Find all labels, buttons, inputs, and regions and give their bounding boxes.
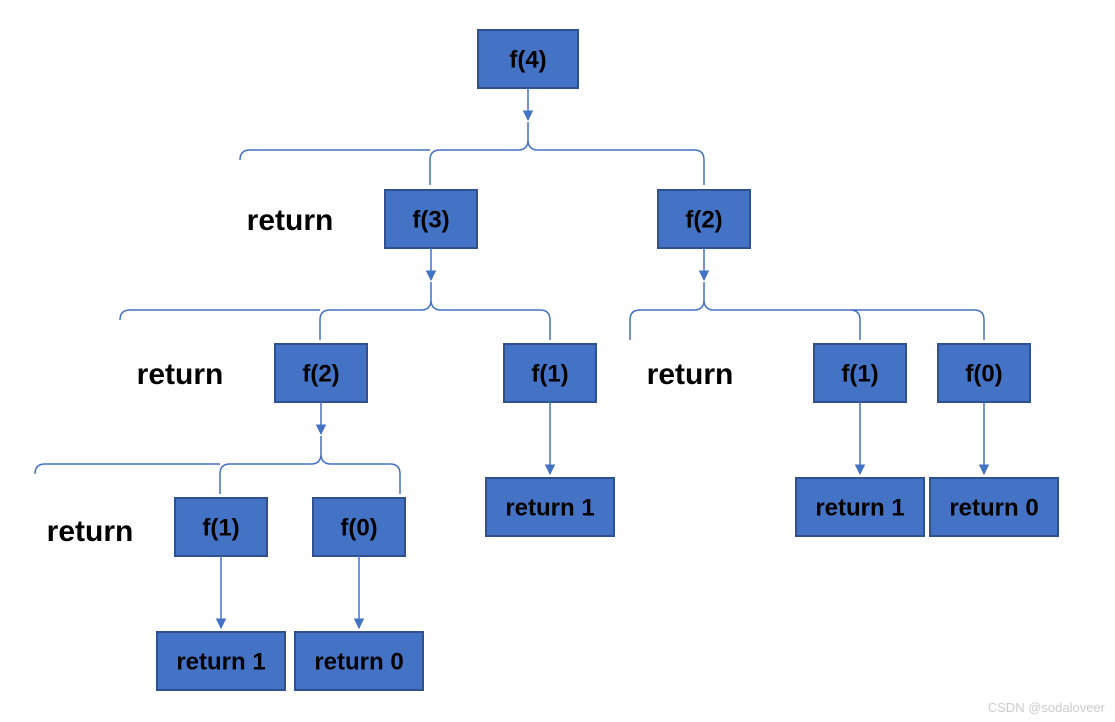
leaf-return1-bottom: return 1	[157, 632, 285, 690]
node-f1-mid: f(1)	[504, 344, 596, 402]
node-f1-bottom: f(1)	[175, 498, 267, 556]
leaf-return1-right-label: return 1	[815, 494, 904, 521]
watermark-text: CSDN @sodaloveer	[988, 700, 1106, 715]
leaf-return0-right-label: return 0	[949, 494, 1038, 521]
node-f0-bottom-label: f(0)	[340, 514, 377, 541]
node-f4-label: f(4)	[509, 46, 546, 73]
node-f1-right-label: f(1)	[841, 360, 878, 387]
node-f4: f(4)	[478, 30, 578, 88]
node-f0-right-label: f(0)	[965, 360, 1002, 387]
leaf-return0-right: return 0	[930, 478, 1058, 536]
leaf-return0-bottom: return 0	[295, 632, 423, 690]
leaf-return1-mid-label: return 1	[505, 494, 594, 521]
return-label-2r: return	[647, 358, 734, 391]
node-f1-right: f(1)	[814, 344, 906, 402]
leaf-return1-right: return 1	[796, 478, 924, 536]
leaf-return0-bottom-label: return 0	[314, 648, 403, 675]
node-f2-right-label: f(2)	[685, 206, 722, 233]
node-f3: f(3)	[385, 190, 477, 248]
leaf-return1-bottom-label: return 1	[176, 648, 265, 675]
node-f3-label: f(3)	[412, 206, 449, 233]
leaf-return1-mid: return 1	[486, 478, 614, 536]
node-f2-right: f(2)	[658, 190, 750, 248]
return-label-1: return	[247, 204, 334, 237]
node-f1-mid-label: f(1)	[531, 360, 568, 387]
node-f1-bottom-label: f(1)	[202, 514, 239, 541]
split-f2r	[630, 282, 984, 340]
return-label-2l: return	[137, 358, 224, 391]
node-f0-right: f(0)	[938, 344, 1030, 402]
node-f2-left-label: f(2)	[302, 360, 339, 387]
node-f0-bottom: f(0)	[313, 498, 405, 556]
node-f2-left: f(2)	[275, 344, 367, 402]
split-f3	[120, 282, 550, 340]
split-f4	[240, 122, 704, 185]
recursion-tree-diagram: f(4) return f(3) f(2) return f(2) f(1) r…	[0, 0, 1115, 722]
split-f2l	[35, 436, 400, 494]
return-label-3: return	[47, 515, 134, 548]
